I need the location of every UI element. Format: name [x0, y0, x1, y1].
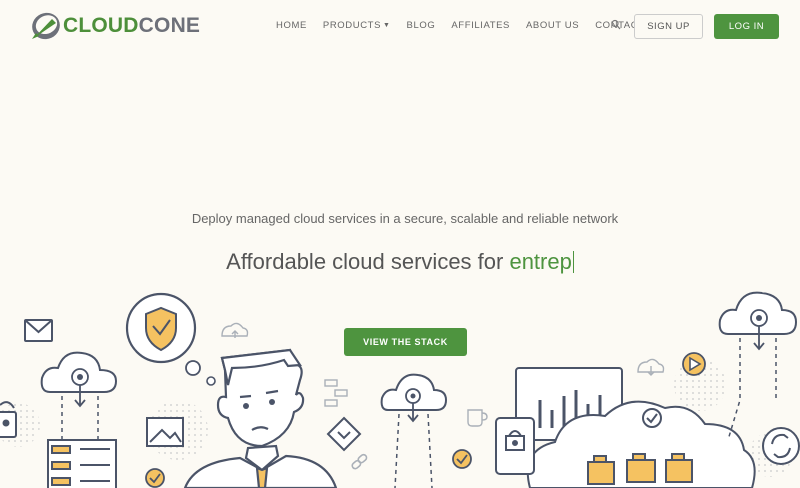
envelope-icon: [24, 319, 53, 342]
hero-title-prefix: Affordable cloud services for: [226, 249, 510, 274]
cloud-icon: [380, 373, 448, 423]
flowchart-icon: [324, 379, 348, 407]
cloudcone-logo-icon: [32, 12, 60, 40]
shield-icon: [125, 292, 197, 364]
hero-title-typed: entrep: [509, 249, 572, 274]
brand-name: CLOUDCONE: [63, 14, 201, 37]
nav-home[interactable]: HOME: [276, 20, 307, 31]
hero-subtitle: Deploy managed cloud services in a secur…: [191, 211, 619, 226]
text-cursor: [572, 251, 574, 273]
nav-products[interactable]: PRODUCTS ▼: [323, 20, 391, 31]
man-avatar: [183, 348, 338, 488]
check-circle-icon: [452, 449, 472, 469]
hero-illustration: [0, 291, 800, 488]
nav-about-us[interactable]: ABOUT US: [526, 20, 579, 31]
main-nav: HOME PRODUCTS ▼ BLOG AFFILIATES ABOUT US …: [276, 20, 661, 31]
cloud-upload-icon: [221, 322, 249, 338]
mug-icon: [467, 409, 488, 427]
hero-title: Affordable cloud services for entrep: [0, 249, 800, 275]
image-icon: [146, 417, 184, 447]
log-in-button[interactable]: LOG IN: [714, 14, 779, 39]
diamond-icon: [326, 416, 362, 452]
cloud-icon: [718, 291, 798, 351]
play-icon: [682, 352, 706, 376]
refresh-icon: [762, 427, 800, 465]
nav-blog[interactable]: BLOG: [407, 20, 436, 31]
site-header: CLOUDCONE HOME PRODUCTS ▼ BLOG AFFILIATES…: [0, 0, 800, 52]
nav-affiliates[interactable]: AFFILIATES: [451, 20, 510, 31]
check-circle-icon: [145, 468, 165, 488]
search-icon[interactable]: [611, 19, 621, 31]
sign-up-button[interactable]: SIGN UP: [634, 14, 703, 39]
thought-bubble: [206, 376, 216, 386]
brand-logo[interactable]: CLOUDCONE: [30, 11, 200, 41]
view-the-stack-button[interactable]: VIEW THE STACK: [344, 328, 467, 356]
cloud-icon: [40, 351, 118, 408]
phone-lock-icon: [495, 417, 535, 475]
thought-bubble: [185, 360, 201, 376]
chevron-down-icon: ▼: [383, 22, 391, 29]
cloud-download-icon: [637, 358, 665, 376]
link-icon: [351, 453, 368, 470]
server-rack-icon: [47, 439, 117, 488]
